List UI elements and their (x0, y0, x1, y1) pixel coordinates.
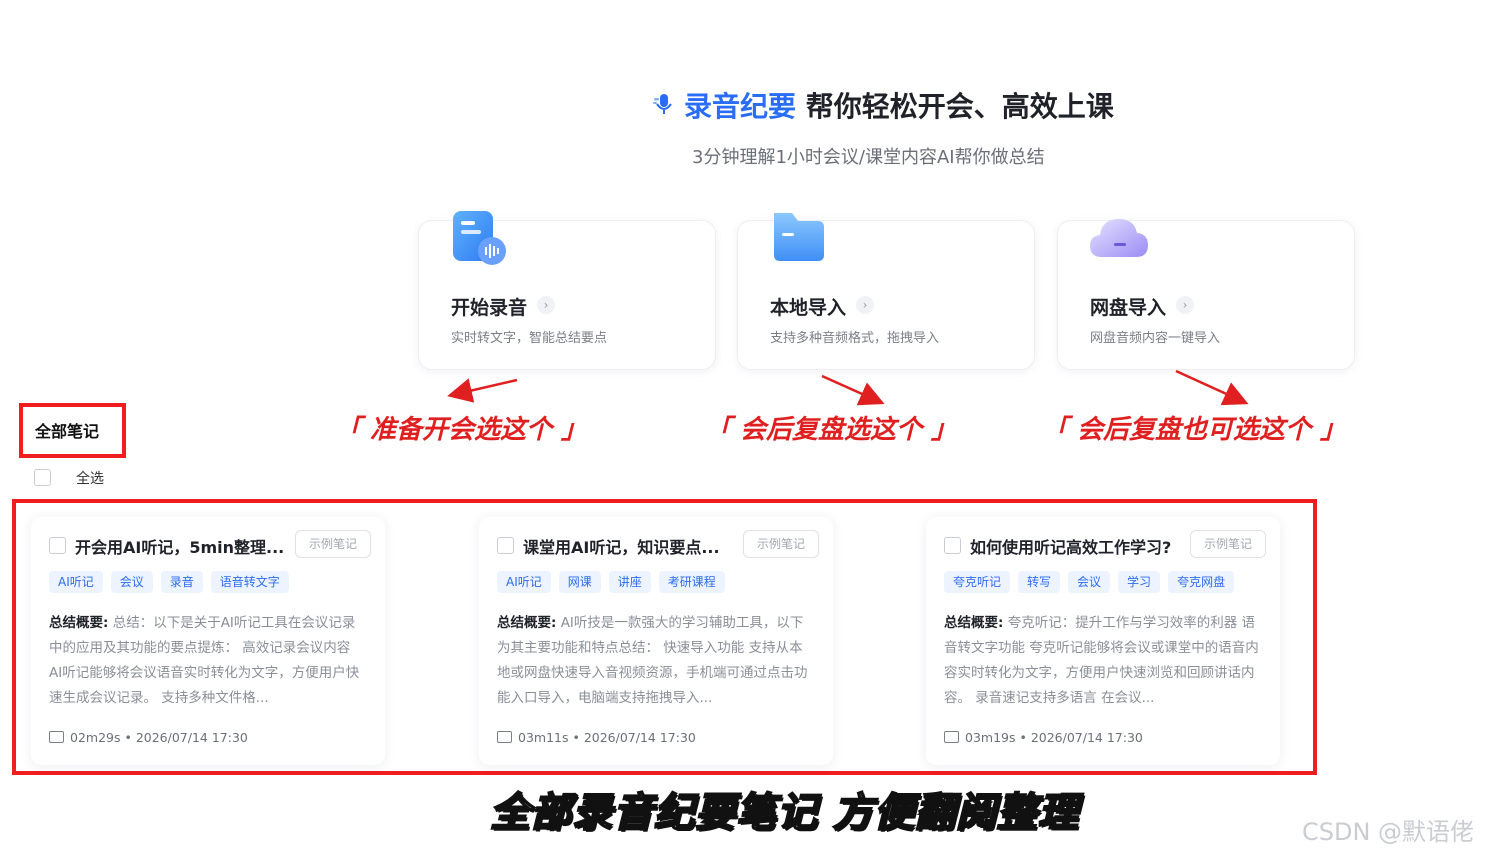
note-tag[interactable]: 夸克网盘 (1168, 571, 1235, 593)
note-checkbox[interactable] (944, 537, 961, 554)
folder-icon (49, 731, 64, 743)
watermark: CSDN @默语佬 (1302, 818, 1475, 846)
note-tag[interactable]: 网课 (558, 571, 601, 593)
note-tag[interactable]: 讲座 (608, 571, 651, 593)
note-card[interactable]: 课堂用AI听记，知识要点... 示例笔记 AI听记 网课 讲座 考研课程 总结概… (479, 517, 833, 765)
arrow (821, 374, 885, 406)
note-tag[interactable]: 转写 (1018, 571, 1061, 593)
note-meta: 03m19s • 2026/07/14 17:30 (944, 730, 1143, 745)
select-all-checkbox[interactable] (34, 469, 51, 486)
sample-note-badge: 示例笔记 (1190, 530, 1266, 558)
note-card[interactable]: 开会用AI听记，5min整理... 示例笔记 AI听记 会议 录音 语音转文字 … (31, 517, 385, 765)
note-checkbox[interactable] (49, 537, 66, 554)
note-meta: 02m29s • 2026/07/14 17:30 (49, 730, 248, 745)
annotation-label: 「 会后复盘也可选这个 」 (1042, 415, 1347, 445)
note-tag[interactable]: AI听记 (497, 571, 551, 593)
note-summary: 总结概要: 夸克听记：提升工作与学习效率的利器 语音转文字功能 夸克听记能够将会… (944, 615, 1259, 706)
arrow (1175, 369, 1249, 406)
note-title: 课堂用AI听记，知识要点... (523, 538, 720, 557)
note-checkbox[interactable] (497, 537, 514, 554)
arrow (447, 378, 518, 403)
sample-note-badge: 示例笔记 (743, 530, 819, 558)
note-summary: 总结概要: AI听技是一款强大的学习辅助工具，以下为其主要功能和特点总结： 快速… (497, 615, 808, 706)
folder-icon (497, 731, 512, 743)
note-tag[interactable]: 考研课程 (658, 571, 725, 593)
annotation-label: 「 会后复盘选这个 」 (705, 415, 958, 445)
video-caption: 全部录音纪要笔记 方便翻阅整理 (489, 789, 1079, 837)
note-meta: 03m11s • 2026/07/14 17:30 (497, 730, 696, 745)
note-tag[interactable]: 会议 (1068, 571, 1111, 593)
note-title: 如何使用听记高效工作学习? (970, 538, 1172, 557)
note-title: 开会用AI听记，5min整理... (75, 538, 285, 557)
annotation-label: 「 准备开会选这个 」 (335, 415, 588, 445)
note-tag[interactable]: AI听记 (49, 571, 103, 593)
note-tag[interactable]: 夸克听记 (944, 571, 1011, 593)
select-all-label[interactable]: 全选 (76, 468, 104, 488)
sample-note-badge: 示例笔记 (295, 530, 371, 558)
note-tag[interactable]: 会议 (110, 571, 153, 593)
folder-icon (944, 731, 959, 743)
note-tag[interactable]: 录音 (160, 571, 203, 593)
notes-section-title[interactable]: 全部笔记 (35, 418, 99, 442)
note-tag[interactable]: 学习 (1118, 571, 1161, 593)
note-summary: 总结概要: 总结：以下是关于AI听记工具在会议记录中的应用及其功能的要点提炼： … (49, 615, 360, 706)
note-tag[interactable]: 语音转文字 (210, 571, 289, 593)
note-card[interactable]: 如何使用听记高效工作学习? 示例笔记 夸克听记 转写 会议 学习 夸克网盘 总结… (926, 517, 1280, 765)
